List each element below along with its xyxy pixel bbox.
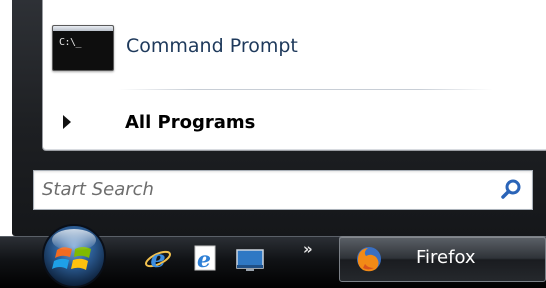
show-desktop-icon[interactable]: [236, 246, 264, 274]
screen: C:\_ Command Prompt All Programs Start S…: [0, 0, 546, 288]
windows-orb-icon[interactable]: [33, 218, 115, 288]
start-menu-programs-panel: C:\_ Command Prompt All Programs: [42, 0, 546, 151]
program-item-label: Command Prompt: [126, 35, 298, 57]
start-search-box[interactable]: Start Search: [33, 170, 533, 210]
menu-divider: [118, 89, 493, 90]
search-icon[interactable]: [500, 178, 522, 200]
quick-launch-overflow-button[interactable]: »: [303, 240, 313, 258]
internet-explorer-icon[interactable]: e: [190, 244, 218, 272]
command-prompt-icon-text: C:\_: [59, 37, 82, 48]
svg-text:e: e: [150, 244, 165, 272]
arrow-right-icon: [63, 115, 71, 129]
internet-explorer-icon[interactable]: e: [144, 244, 172, 272]
all-programs-button[interactable]: All Programs: [61, 108, 361, 138]
all-programs-label: All Programs: [125, 112, 256, 133]
taskbar-button-label: Firefox: [416, 247, 476, 268]
svg-text:e: e: [197, 247, 211, 272]
command-prompt-icon: C:\_: [52, 25, 114, 71]
program-item-command-prompt[interactable]: C:\_ Command Prompt: [52, 20, 352, 74]
firefox-icon: [357, 247, 381, 272]
taskbar-button-firefox[interactable]: Firefox: [339, 236, 546, 282]
command-prompt-icon-titlebar: [53, 26, 113, 31]
search-placeholder: Start Search: [42, 179, 154, 200]
